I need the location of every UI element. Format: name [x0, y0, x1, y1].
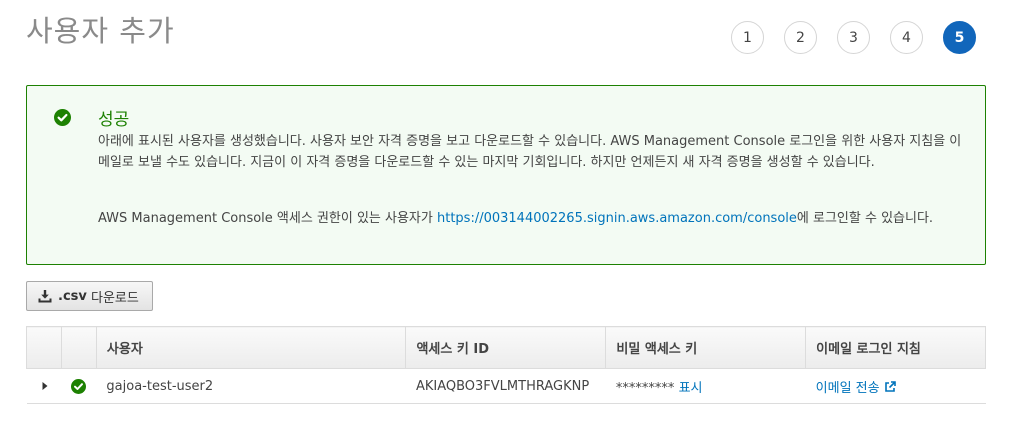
caret-right-icon[interactable] [41, 381, 49, 391]
check-circle-icon [71, 378, 87, 394]
header-email-instructions: 이메일 로그인 지침 [805, 326, 986, 369]
success-alert: 성공 아래에 표시된 사용자를 생성했습니다. 사용자 보안 자격 증명을 보고… [26, 85, 986, 265]
header-access-key: 액세스 키 ID [405, 326, 607, 369]
download-icon [38, 290, 52, 303]
alert-title: 성공 [98, 110, 130, 130]
csv-extension-label: .csv [58, 288, 87, 304]
header-secret-key: 비밀 액세스 키 [605, 326, 807, 369]
login-suffix: 에 로그인할 수 있습니다. [796, 211, 934, 226]
show-secret-link[interactable]: 표시 [679, 381, 703, 396]
login-prefix: AWS Management Console 액세스 권한이 있는 사용자가 [98, 211, 437, 226]
external-link-icon [884, 380, 896, 392]
console-signin-link[interactable]: https://003144002265.signin.aws.amazon.c… [437, 211, 797, 226]
send-email-link[interactable]: 이메일 전송 [816, 381, 896, 396]
secret-key-masked: ********* [615, 380, 675, 396]
download-label: 다운로드 [86, 290, 139, 306]
page-title: 사용자 추가 [26, 14, 175, 48]
alert-message: 아래에 표시된 사용자를 생성했습니다. 사용자 보안 자격 증명을 보고 다운… [98, 134, 962, 170]
table-row: gajoa-test-user2 AKIAQBO3FVLMTHRAGKNP **… [26, 368, 986, 404]
header-user: 사용자 [95, 326, 407, 369]
step-1[interactable]: 1 [731, 21, 764, 54]
header-expand [26, 326, 62, 369]
wizard-steps: 1 2 3 4 5 [731, 21, 996, 54]
status-cell [61, 368, 97, 404]
user-credentials-table: 사용자 액세스 키 ID 비밀 액세스 키 이메일 로그인 지침 gajoa-t… [26, 326, 986, 404]
step-3[interactable]: 3 [837, 21, 870, 54]
step-5-current[interactable]: 5 [943, 21, 976, 54]
step-4[interactable]: 4 [890, 21, 923, 54]
email-cell: 이메일 전송 [805, 368, 986, 404]
access-key-id-cell: AKIAQBO3FVLMTHRAGKNP [405, 368, 606, 404]
header-status [60, 326, 97, 369]
download-csv-button[interactable]: .csv 다운로드 [26, 281, 153, 311]
expand-cell[interactable] [26, 368, 62, 404]
add-user-page: 사용자 추가 1 2 3 4 5 성공 아래에 표시된 사용자를 생성했습니다.… [0, 0, 1017, 438]
table-header-row: 사용자 액세스 키 ID 비밀 액세스 키 이메일 로그인 지침 [26, 326, 986, 369]
user-name-cell: gajoa-test-user2 [96, 368, 406, 404]
secret-key-cell: ********* 표시 [605, 368, 806, 404]
send-email-label: 이메일 전송 [815, 380, 880, 396]
step-2[interactable]: 2 [784, 21, 817, 54]
console-login-info: AWS Management Console 액세스 권한이 있는 사용자가 h… [98, 207, 978, 226]
check-circle-icon [54, 109, 71, 126]
